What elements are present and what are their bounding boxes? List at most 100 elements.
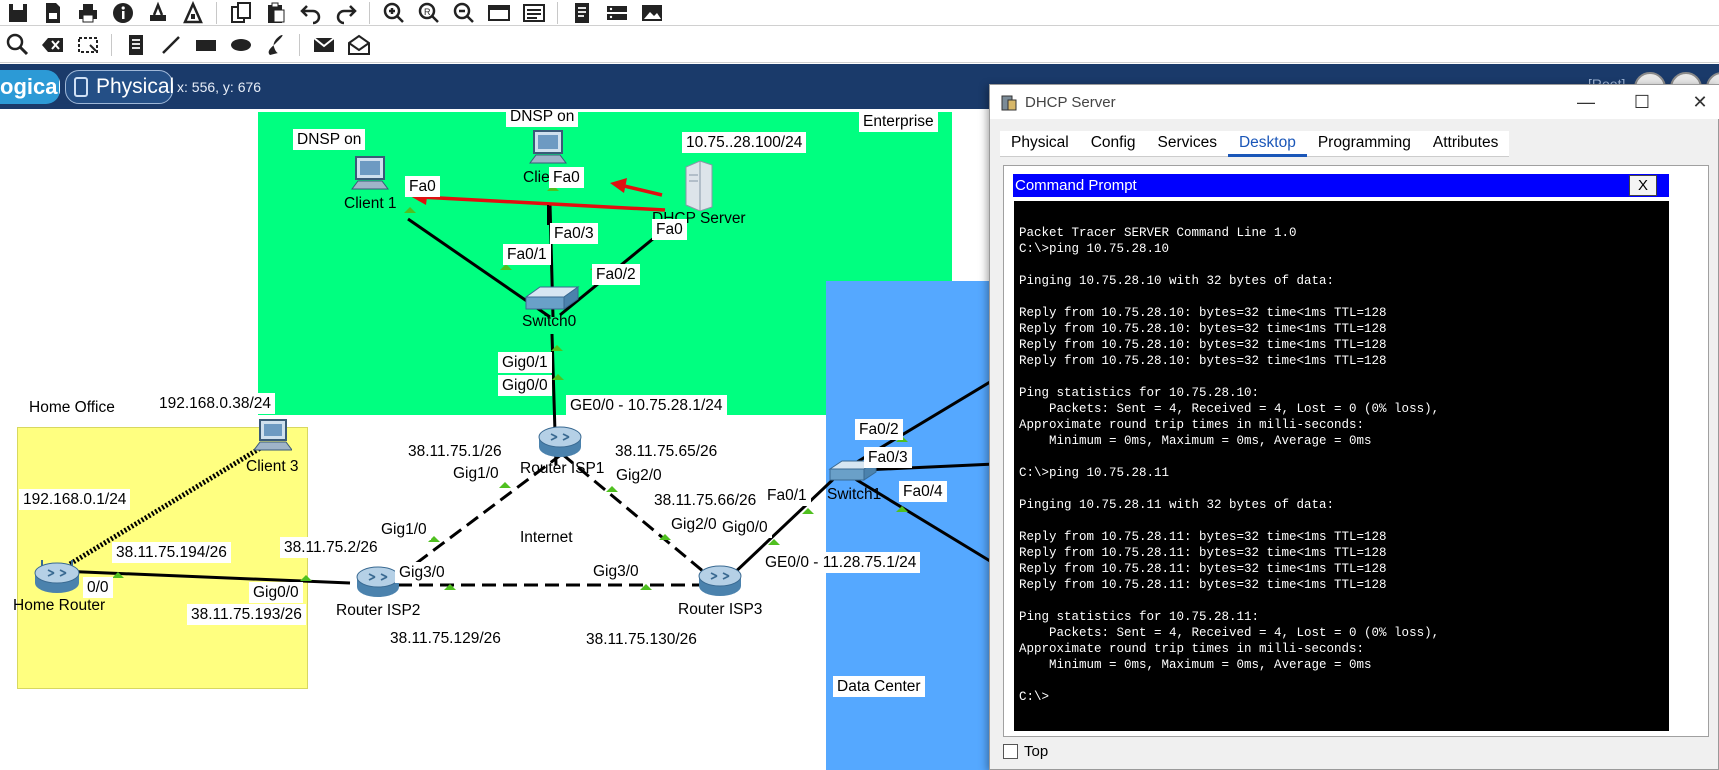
wireless-router-icon[interactable] [32,559,82,595]
terminal-line: Approximate round trip times in milli-se… [1019,418,1365,432]
inspect-icon[interactable] [4,33,31,57]
command-prompt-title: Command Prompt [1013,174,1669,197]
device-label-router-isp1: Router ISP1 [520,460,605,477]
copy-icon[interactable] [227,1,254,25]
router-icon[interactable] [537,425,583,459]
device-dialog-icon[interactable] [603,1,630,25]
terminal-line: Reply from 10.75.28.10: bytes=32 time<1m… [1019,306,1387,320]
drawing-palette-icon[interactable] [485,1,512,25]
port-label: Fa0 [405,176,440,197]
note-dnsp-on: DNSP on [506,109,579,127]
terminal-line: C:\>ping 10.75.28.11 [1019,466,1170,480]
port-label: Fa0/3 [864,447,912,468]
note-isp3-gig30-ip: 38.11.75.130/26 [582,629,701,650]
image-icon[interactable] [638,1,665,25]
device-label-home-router: Home Router [13,597,106,614]
port-label: Fa0/2 [855,419,903,440]
pc-icon[interactable] [528,129,568,167]
draw-ellipse-icon[interactable] [227,33,254,57]
toolbar-separator [369,1,370,24]
terminal-line: Ping statistics for 10.75.28.11: [1019,610,1260,624]
save-icon[interactable] [4,1,31,25]
tab-desktop[interactable]: Desktop [1227,131,1307,157]
maximize-button[interactable]: ☐ [1622,89,1662,115]
device-label-client: Clie [523,169,550,186]
toolbar-separator [557,1,558,24]
note-isp2-gig00-ip: 38.11.75.193/26 [187,604,306,625]
tab-services[interactable]: Services [1146,131,1228,157]
place-note-icon[interactable] [122,33,149,57]
command-prompt-close-button[interactable]: X [1629,175,1657,196]
zoom-in-icon[interactable] [380,1,407,25]
cluster-label-enterprise: Enterprise [859,111,938,132]
port-label: Gig3/0 [589,561,643,582]
tab-physical[interactable]: Physical [1000,131,1080,157]
packet-tracer-app: R ogical Physical x: 556, y: 676 [Root] [0,0,1719,770]
undo-icon[interactable] [297,1,324,25]
note-isp3-ge00: GE0/0 - 11.28.75.1/24 [761,552,921,573]
cluster-label-internet: Internet [516,527,577,548]
network-wizard-icon[interactable] [144,1,171,25]
close-button[interactable]: ✕ [1680,89,1719,115]
always-on-top-option[interactable]: Top [1003,743,1048,760]
terminal-line: Pinging 10.75.28.11 with 32 bytes of dat… [1019,498,1335,512]
device-label-switch1: Switch1 [827,486,882,503]
device-label-router-isp2: Router ISP2 [336,602,421,619]
note-client3-ip: 192.168.0.38/24 [155,393,276,414]
info-icon[interactable] [109,1,136,25]
note-isp1-gig10-ip: 38.11.75.1/26 [404,441,506,462]
terminal-line: Reply from 10.75.28.10: bytes=32 time<1m… [1019,354,1387,368]
paste-icon[interactable] [262,1,289,25]
switch-icon[interactable] [524,285,580,311]
desktop-pane: Command Prompt X Packet Tracer SERVER Co… [1003,165,1709,737]
device-label-switch0: Switch0 [522,313,577,330]
logical-view-tab[interactable]: ogical [0,70,60,104]
activity-wizard-icon[interactable] [179,0,206,25]
window-titlebar[interactable]: DHCP Server — ☐ ✕ [990,85,1719,119]
custom-device-dialog-icon[interactable] [520,1,547,25]
dhcp-server-window: DHCP Server — ☐ ✕ Physical Config Servic… [989,84,1719,770]
tab-programming[interactable]: Programming [1306,131,1422,157]
command-prompt-terminal[interactable]: Packet Tracer SERVER Command Line 1.0 C:\… [1014,201,1669,731]
add-simple-pdu-icon[interactable] [310,33,337,57]
note-home-router-ip: 38.11.75.194/26 [112,542,231,563]
tab-config[interactable]: Config [1079,131,1147,157]
terminal-line: Pinging 10.75.28.10 with 32 bytes of dat… [1019,274,1335,288]
port-label: Fa0/3 [550,223,598,244]
terminal-line: C:\> [1019,690,1050,704]
tab-attributes[interactable]: Attributes [1421,131,1510,157]
note-isp1-ge00: GE0/0 - 10.75.28.1/24 [566,395,727,416]
top-checkbox[interactable] [1003,744,1018,759]
laptop-icon[interactable] [252,418,292,456]
redo-icon[interactable] [332,1,359,25]
pdu-arrowhead-short [610,178,627,193]
save-as-icon[interactable] [39,1,66,25]
pc-icon[interactable] [350,155,390,193]
pdu-arrow-short [619,183,663,197]
draw-line-icon[interactable] [157,33,184,57]
terminal-line: Approximate round trip times in milli-se… [1019,642,1365,656]
port-label: Fa0/1 [763,485,811,506]
router-icon[interactable] [697,564,743,598]
delete-icon[interactable] [39,33,66,57]
port-label: Fa0/4 [899,481,947,502]
port-label: Gig2/0 [667,514,721,535]
device-label-client3: Client 3 [246,458,299,475]
note-isp3-gig20-ip: 38.11.75.66/26 [650,490,761,511]
toolbar-separator [299,33,300,56]
resize-shape-icon[interactable] [74,33,101,57]
add-complex-pdu-icon[interactable] [345,33,372,57]
draw-rectangle-icon[interactable] [192,33,219,57]
zoom-reset-icon[interactable]: R [415,1,442,25]
port-label: Gig1/0 [377,519,431,540]
minimize-button[interactable]: — [1566,89,1606,115]
physical-view-tab[interactable]: Physical [65,70,175,104]
physical-tab-label: Physical [96,75,175,98]
notes-icon[interactable] [568,1,595,25]
freeform-icon[interactable] [262,33,289,57]
server-icon[interactable] [680,159,714,211]
print-icon[interactable] [74,1,101,25]
zoom-out-icon[interactable] [450,1,477,25]
